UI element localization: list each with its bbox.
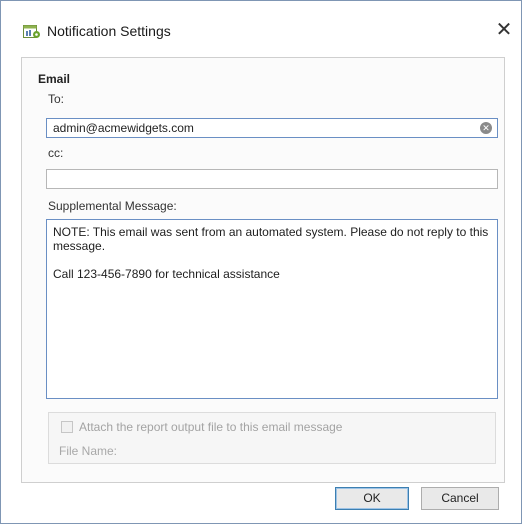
to-field[interactable]: admin@acmewidgets.com ✕: [46, 118, 498, 138]
clear-icon[interactable]: ✕: [480, 122, 492, 134]
supplemental-message-textarea[interactable]: NOTE: This email was sent from an automa…: [46, 219, 498, 399]
message-line: Call 123-456-7890 for technical assistan…: [53, 267, 280, 281]
attach-report-label: Attach the report output file to this em…: [79, 420, 343, 434]
cancel-button[interactable]: Cancel: [421, 487, 499, 510]
dialog-title: Notification Settings: [47, 23, 171, 39]
close-icon[interactable]: ✕: [492, 18, 516, 42]
title-bar: Notification Settings ✕: [1, 1, 521, 57]
cc-label: cc:: [48, 146, 64, 160]
to-field-value: admin@acmewidgets.com: [53, 121, 194, 135]
ok-button[interactable]: OK: [335, 487, 409, 510]
cc-field[interactable]: [46, 169, 498, 189]
email-settings-panel: Email To: admin@acmewidgets.com ✕ cc: Su…: [21, 57, 505, 483]
message-line: NOTE: This email was sent from an automa…: [53, 225, 492, 253]
notification-settings-dialog: Notification Settings ✕ Email To: admin@…: [0, 0, 522, 524]
to-label: To:: [48, 92, 65, 106]
attachment-options: Attach the report output file to this em…: [48, 412, 496, 464]
report-settings-icon: [23, 25, 40, 38]
file-name-label: File Name:: [59, 444, 118, 458]
attach-report-checkbox[interactable]: [61, 421, 73, 433]
supplemental-message-label: Supplemental Message:: [48, 199, 177, 213]
email-group-title: Email: [38, 72, 71, 86]
